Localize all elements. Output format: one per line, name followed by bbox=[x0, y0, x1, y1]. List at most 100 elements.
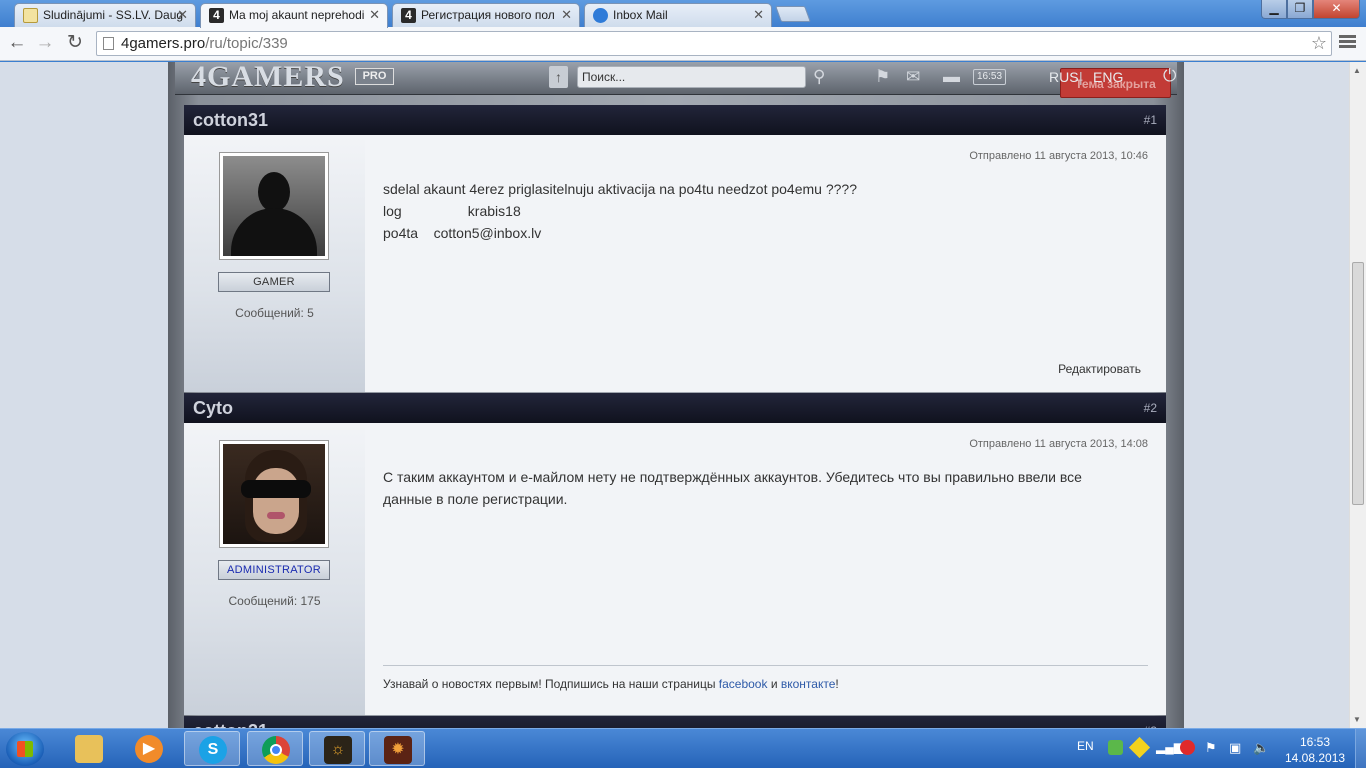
close-tab-icon[interactable]: ✕ bbox=[753, 4, 764, 26]
close-tab-icon[interactable]: ✕ bbox=[369, 4, 380, 26]
4gamers-icon: 4 bbox=[401, 8, 416, 23]
post-author[interactable]: cotton31 bbox=[193, 721, 268, 728]
url-host: 4gamers.pro bbox=[121, 35, 206, 52]
4gamers-icon: 4 bbox=[209, 8, 224, 23]
post-header: Cyto #2 bbox=[184, 393, 1166, 423]
network-signal-icon[interactable]: ▂▄▆ bbox=[1156, 740, 1183, 755]
tab-registration[interactable]: 4 Регистрация нового пол ✕ bbox=[392, 3, 580, 27]
skype-icon: S bbox=[199, 736, 227, 764]
browser-toolbar: ← → ↻ 4gamers.pro/ru/topic/339 ☆ bbox=[0, 27, 1366, 61]
taskbar-chrome[interactable] bbox=[247, 731, 303, 766]
close-window-button[interactable]: ✕ bbox=[1313, 0, 1360, 19]
upload-arrow-icon[interactable]: ↑ bbox=[549, 66, 568, 88]
scroll-up-arrow-icon[interactable]: ▲ bbox=[1353, 66, 1361, 75]
input-language[interactable]: EN bbox=[1077, 739, 1094, 753]
windows-taskbar: ▶ S ☼ ✹ EN ▂▄▆ ⚑ ▣ 🔈 16:53 14.08.2013 bbox=[0, 728, 1366, 768]
avatar[interactable] bbox=[219, 152, 329, 260]
taskbar-explorer[interactable] bbox=[61, 731, 117, 766]
explorer-icon bbox=[75, 735, 103, 763]
site-header: 4GAMERS PRO ↑ Поиск... ⚲ ⚑ ✉ ▬ 16:53 Тем… bbox=[175, 62, 1177, 98]
inbox-mail-icon bbox=[593, 8, 608, 23]
vertical-scrollbar[interactable]: ▲ ▼ bbox=[1349, 62, 1366, 728]
opera-icon[interactable] bbox=[1180, 740, 1195, 755]
user-panel: GAMER Сообщений: 5 bbox=[184, 135, 365, 392]
back-arrow-icon[interactable]: ← bbox=[5, 31, 29, 55]
post-number[interactable]: #1 bbox=[1144, 113, 1157, 127]
security-shield-icon[interactable] bbox=[1108, 740, 1123, 755]
post-line: С таким аккаунтом и е-майлом нету не под… bbox=[383, 469, 1082, 485]
tab-4gamers-topic[interactable]: 4 Ma moj akaunt neprehodi ✕ bbox=[200, 3, 388, 28]
lang-rus-link[interactable]: RUS bbox=[1049, 69, 1079, 85]
device-icon[interactable]: ▣ bbox=[1229, 740, 1244, 755]
game-launcher-icon: ☼ bbox=[324, 736, 352, 764]
post-1: cotton31 #1 GAMER Сообщений: 5 Отправлен… bbox=[184, 105, 1166, 392]
post-number[interactable]: #2 bbox=[1144, 401, 1157, 415]
reload-icon[interactable]: ↻ bbox=[63, 31, 87, 55]
media-player-icon: ▶ bbox=[135, 735, 163, 763]
facebook-link[interactable]: facebook bbox=[719, 677, 768, 691]
post-text: sdelal akaunt 4erez priglasitelnuju akti… bbox=[383, 178, 1143, 244]
taskbar-clock[interactable]: 16:53 14.08.2013 bbox=[1285, 734, 1345, 766]
notification-icon[interactable] bbox=[1128, 736, 1151, 759]
post-date: Отправлено 11 августа 2013, 10:46 bbox=[969, 150, 1148, 162]
power-logout-icon[interactable]: ⏻ bbox=[1163, 66, 1176, 86]
close-tab-icon[interactable]: ✕ bbox=[177, 4, 188, 26]
lang-eng-link[interactable]: ENG bbox=[1093, 69, 1123, 85]
avatar[interactable] bbox=[219, 440, 329, 548]
post-line: po4ta cotton5@inbox.lv bbox=[383, 225, 542, 241]
tab-inbox-mail[interactable]: Inbox Mail ✕ bbox=[584, 3, 772, 27]
windows-logo-icon bbox=[17, 741, 33, 757]
chrome-menu-icon[interactable] bbox=[1339, 35, 1356, 49]
message-count: Сообщений: 5 bbox=[235, 306, 314, 320]
new-tab-button[interactable] bbox=[775, 6, 811, 22]
address-bar[interactable]: 4gamers.pro/ru/topic/339 ☆ bbox=[96, 31, 1332, 56]
scroll-down-arrow-icon[interactable]: ▼ bbox=[1353, 715, 1361, 724]
taskbar-media-player[interactable]: ▶ bbox=[121, 731, 177, 766]
url-path: /ru/topic/339 bbox=[205, 35, 288, 52]
default-avatar-silhouette-icon bbox=[223, 156, 325, 256]
location-pin-icon[interactable]: ⚑ bbox=[875, 67, 890, 87]
post-author[interactable]: Cyto bbox=[193, 398, 233, 419]
site-frame: 4GAMERS PRO ↑ Поиск... ⚲ ⚑ ✉ ▬ 16:53 Тем… bbox=[168, 62, 1184, 728]
chat-icon[interactable]: ▬ bbox=[943, 67, 960, 87]
taskbar-game-launcher[interactable]: ☼ bbox=[309, 731, 365, 766]
post-date: Отправлено 11 августа 2013, 14:08 bbox=[969, 438, 1148, 450]
post-line: log krabis18 bbox=[383, 203, 521, 219]
mail-icon[interactable]: ✉ bbox=[906, 67, 920, 87]
forward-arrow-icon[interactable]: → bbox=[33, 31, 57, 55]
game-icon: ✹ bbox=[384, 736, 412, 764]
maximize-button[interactable]: ❐ bbox=[1287, 0, 1313, 19]
user-photo-avatar bbox=[223, 444, 325, 544]
close-tab-icon[interactable]: ✕ bbox=[561, 4, 572, 26]
chrome-icon bbox=[262, 736, 290, 764]
edit-link[interactable]: Редактировать bbox=[1058, 362, 1141, 376]
ss-lv-icon bbox=[23, 8, 38, 23]
vkontakte-link[interactable]: вконтакте bbox=[781, 677, 836, 691]
taskbar-game[interactable]: ✹ bbox=[369, 731, 425, 766]
show-desktop-button[interactable] bbox=[1355, 729, 1366, 768]
start-button[interactable] bbox=[6, 732, 44, 766]
bookmark-star-icon[interactable]: ☆ bbox=[1311, 32, 1327, 55]
volume-icon[interactable]: 🔈 bbox=[1253, 740, 1269, 755]
post-author[interactable]: cotton31 bbox=[193, 110, 268, 131]
site-clock: 16:53 bbox=[973, 69, 1006, 85]
post-content: Отправлено 11 августа 2013, 10:46 sdelal… bbox=[365, 135, 1166, 392]
post-header: cotton31 #1 bbox=[184, 105, 1166, 135]
tab-sludinajumi[interactable]: Sludinājumi - SS.LV. Daug ✕ bbox=[14, 3, 196, 27]
site-logo[interactable]: 4GAMERS bbox=[191, 62, 345, 92]
user-role-badge: GAMER bbox=[218, 272, 330, 292]
page-icon bbox=[103, 37, 114, 50]
post-2: Cyto #2 ADMINISTRATOR Сообщений: 175 Отп… bbox=[184, 393, 1166, 715]
action-center-flag-icon[interactable]: ⚑ bbox=[1205, 740, 1220, 755]
page-viewport: 4GAMERS PRO ↑ Поиск... ⚲ ⚑ ✉ ▬ 16:53 Тем… bbox=[0, 62, 1349, 728]
minimize-button[interactable]: ▁ bbox=[1261, 0, 1287, 19]
message-count: Сообщений: 175 bbox=[228, 594, 321, 608]
search-input[interactable]: Поиск... bbox=[577, 66, 806, 88]
post-content: Отправлено 11 августа 2013, 14:08 С таки… bbox=[365, 423, 1166, 715]
post-line: данные в поле регистрации. bbox=[383, 491, 568, 507]
search-icon[interactable]: ⚲ bbox=[813, 67, 825, 87]
user-role-badge: ADMINISTRATOR bbox=[218, 560, 330, 580]
taskbar-skype[interactable]: S bbox=[184, 731, 240, 766]
post-signature: Узнавай о новостях первым! Подпишись на … bbox=[383, 665, 1148, 691]
scrollbar-thumb[interactable] bbox=[1352, 262, 1364, 505]
